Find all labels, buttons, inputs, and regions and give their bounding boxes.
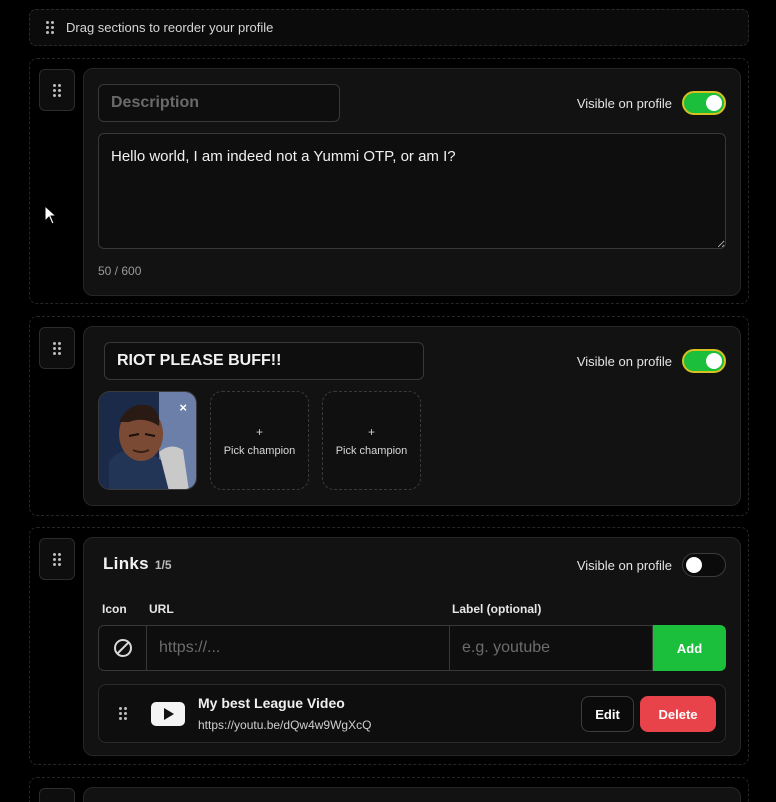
remove-champion-icon[interactable]: × xyxy=(179,401,187,414)
youtube-icon xyxy=(151,702,185,726)
drag-grip-icon xyxy=(46,21,54,34)
drag-grip-icon[interactable] xyxy=(119,707,127,720)
drag-grip-icon xyxy=(53,341,61,355)
character-counter: 50 / 600 xyxy=(98,264,142,278)
links-section: Links 1/5 Visible on profile Icon URL La… xyxy=(29,527,749,765)
icon-column-label: Icon xyxy=(102,602,127,616)
champion-slot-empty[interactable]: + Pick champion xyxy=(210,391,309,490)
link-url: https://youtu.be/dQw4w9WgXcQ xyxy=(198,718,372,732)
toggle-knob xyxy=(686,557,702,573)
link-list-item: My best League Video https://youtu.be/dQ… xyxy=(98,684,726,743)
reorder-hint-text: Drag sections to reorder your profile xyxy=(66,20,274,35)
toggle-knob xyxy=(706,353,722,369)
visibility-control: Visible on profile xyxy=(577,553,726,577)
links-count: 1/5 xyxy=(154,558,172,572)
champion-slot-filled[interactable]: × xyxy=(98,391,197,490)
visibility-label: Visible on profile xyxy=(576,95,672,111)
visibility-control: Visible on profile xyxy=(577,349,726,373)
label-input[interactable] xyxy=(450,625,653,671)
description-textarea[interactable]: Hello world, I am indeed not a Yummi OTP… xyxy=(98,133,726,249)
champions-card: Visible on profile × + Pick champion + P… xyxy=(83,326,741,506)
description-drag-handle[interactable] xyxy=(39,69,75,111)
drag-grip-icon xyxy=(53,83,61,97)
url-column-label: URL xyxy=(149,602,174,616)
champions-section: Visible on profile × + Pick champion + P… xyxy=(29,316,749,516)
visibility-toggle[interactable] xyxy=(682,553,726,577)
champions-drag-handle[interactable] xyxy=(39,327,75,369)
plus-icon: + xyxy=(255,424,263,439)
no-icon-icon xyxy=(113,639,132,657)
visibility-control: Visible on profile xyxy=(577,91,726,115)
links-title: Links xyxy=(103,554,149,573)
mouse-cursor-icon xyxy=(44,205,58,225)
links-heading: Links 1/5 xyxy=(103,554,172,574)
pick-champion-label: Pick champion xyxy=(335,444,408,457)
champion-slot-empty[interactable]: + Pick champion xyxy=(322,391,421,490)
description-card: Visible on profile Hello world, I am ind… xyxy=(83,68,741,296)
icon-picker-button[interactable] xyxy=(98,625,147,671)
reorder-hint-bar: Drag sections to reorder your profile xyxy=(29,9,749,46)
add-link-row: Add xyxy=(98,625,726,671)
description-section: Visible on profile Hello world, I am ind… xyxy=(29,58,749,304)
next-section-drag-handle[interactable] xyxy=(39,788,75,802)
section-title-input[interactable] xyxy=(98,84,340,122)
add-link-button[interactable]: Add xyxy=(653,625,726,671)
url-input[interactable] xyxy=(147,625,450,671)
visibility-toggle[interactable] xyxy=(682,91,726,115)
toggle-knob xyxy=(706,95,722,111)
next-section-card xyxy=(83,787,741,802)
link-title: My best League Video xyxy=(198,695,345,711)
pick-champion-label: Pick champion xyxy=(223,444,296,457)
visibility-label: Visible on profile xyxy=(576,353,672,369)
delete-link-button[interactable]: Delete xyxy=(640,696,716,732)
visibility-label: Visible on profile xyxy=(576,557,672,573)
section-title-input[interactable] xyxy=(104,342,424,380)
visibility-toggle[interactable] xyxy=(682,349,726,373)
links-card: Links 1/5 Visible on profile Icon URL La… xyxy=(83,537,741,756)
drag-grip-icon xyxy=(53,552,61,566)
label-column-label: Label (optional) xyxy=(452,602,542,616)
links-drag-handle[interactable] xyxy=(39,538,75,580)
edit-link-button[interactable]: Edit xyxy=(581,696,634,732)
next-section xyxy=(29,777,749,802)
plus-icon: + xyxy=(367,424,375,439)
